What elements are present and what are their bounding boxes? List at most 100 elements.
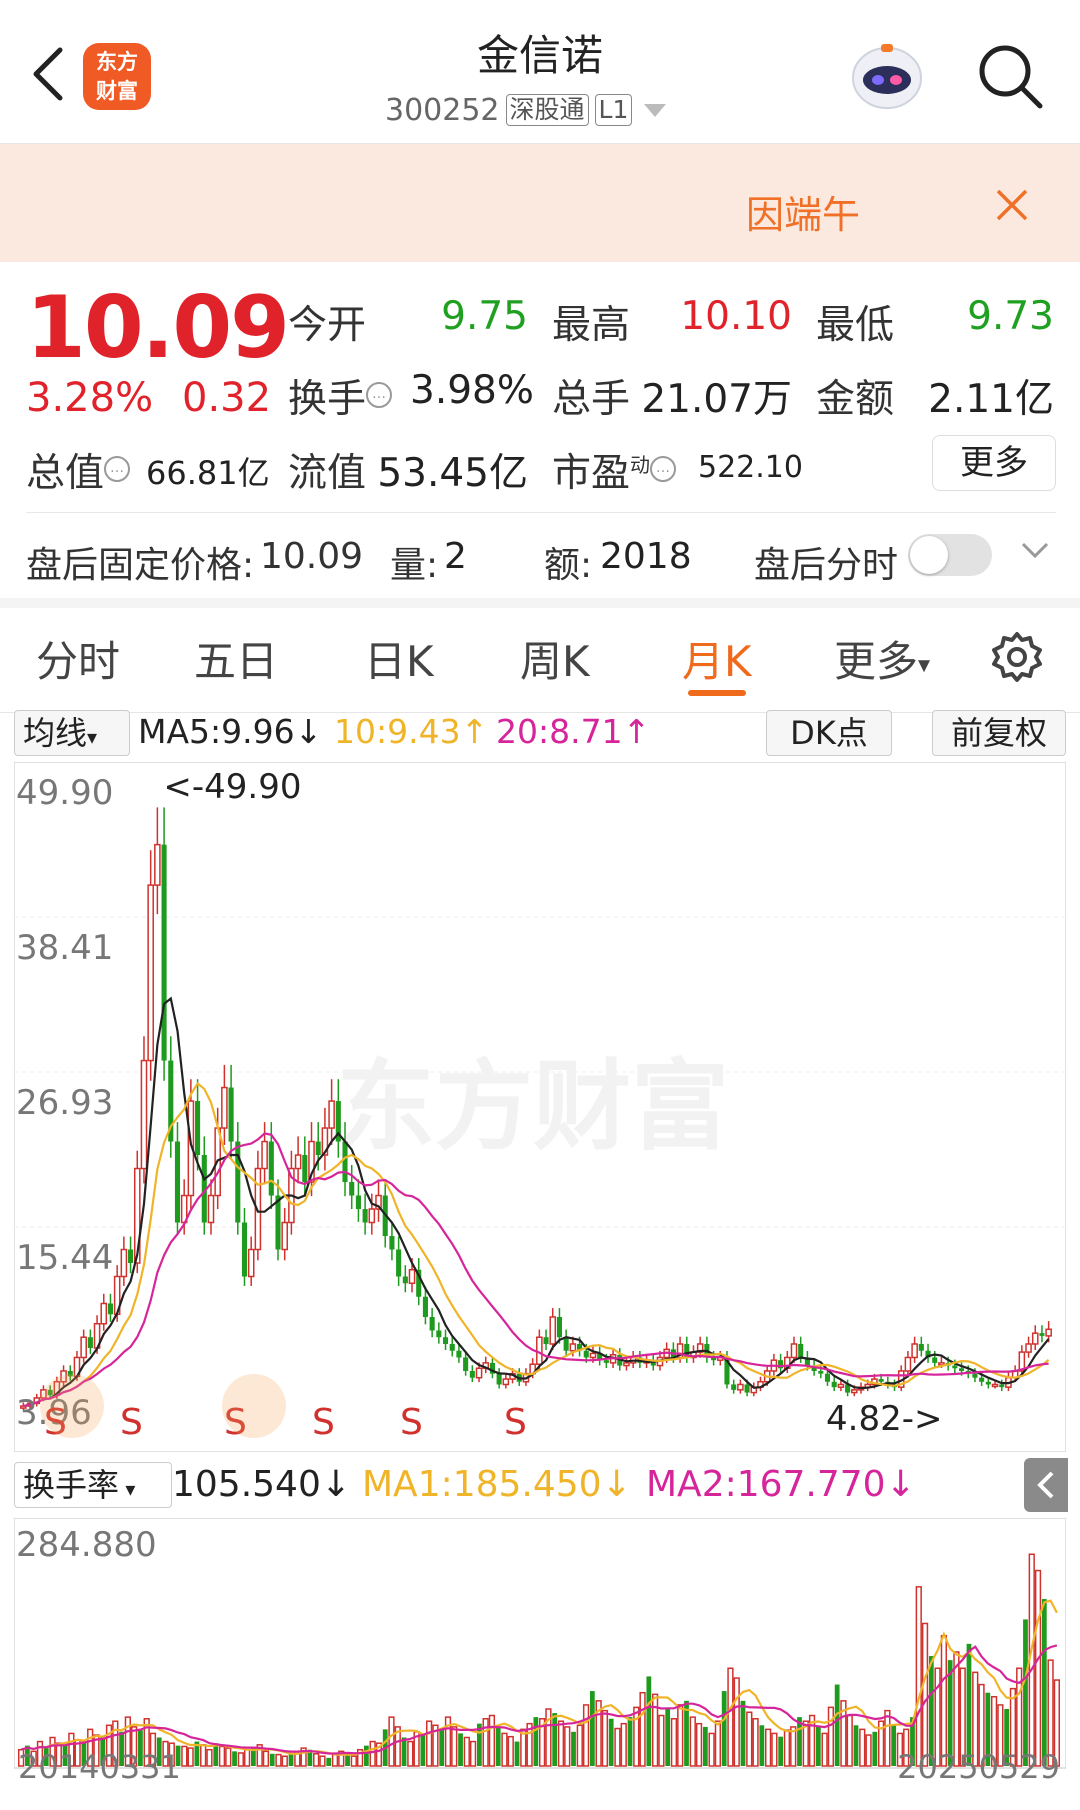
turnover-bar bbox=[891, 1725, 897, 1766]
level-tag: L1 bbox=[594, 94, 633, 126]
tab-week-k[interactable]: 周K bbox=[520, 628, 590, 689]
candle-body bbox=[496, 1373, 502, 1385]
gear-icon[interactable] bbox=[990, 630, 1044, 684]
turnover-bar bbox=[1041, 1599, 1047, 1766]
candle-body bbox=[569, 1343, 577, 1352]
y-tick-label: 38.41 bbox=[16, 928, 113, 968]
logo-text-1: 东方 bbox=[96, 50, 138, 74]
turnover-bar bbox=[401, 1737, 407, 1766]
turnover-bar bbox=[834, 1684, 840, 1766]
expand-chart-icon[interactable] bbox=[222, 1374, 286, 1438]
current-price: 10.09 bbox=[26, 278, 290, 378]
turnover-bar bbox=[582, 1704, 590, 1767]
turnover-bar bbox=[463, 1736, 470, 1767]
turnover-bar bbox=[388, 1716, 395, 1767]
tab-five-day[interactable]: 五日 bbox=[194, 628, 278, 689]
collapse-panel-button[interactable] bbox=[1024, 1458, 1068, 1512]
signal-highlight bbox=[40, 1374, 104, 1438]
turnover-bar bbox=[319, 1755, 326, 1767]
candle-body bbox=[294, 1154, 302, 1170]
turnover-bar bbox=[495, 1726, 501, 1766]
stock-subtitle[interactable]: 300252 深股通 L1 bbox=[385, 88, 705, 132]
stock-code: 300252 bbox=[385, 92, 500, 128]
banner-text: 因端午 bbox=[745, 193, 860, 237]
turnover-bar bbox=[708, 1732, 715, 1767]
candle-body bbox=[221, 1086, 228, 1129]
turnover-bar bbox=[200, 1744, 207, 1767]
kline-chart[interactable]: 东方财富 49.9038.4126.9315.443.96 <-49.904.8… bbox=[14, 762, 1066, 1452]
candle-body bbox=[549, 1316, 557, 1345]
candle-body bbox=[999, 1384, 1005, 1388]
turnover-bar bbox=[846, 1714, 853, 1767]
float-value: 53.45亿 bbox=[377, 451, 528, 496]
tab-more[interactable]: 更多▾ bbox=[834, 628, 930, 689]
dropdown-triangle-icon: ▾ bbox=[119, 1477, 136, 1501]
turnover-bar bbox=[601, 1709, 609, 1767]
turnover-bar bbox=[237, 1752, 244, 1767]
ma20-label: 20:8.71↑ bbox=[496, 712, 651, 751]
chevron-down-icon[interactable] bbox=[1020, 540, 1050, 560]
y-tick-label: 26.93 bbox=[16, 1083, 113, 1123]
turnover-bar bbox=[269, 1753, 275, 1766]
turnover-chart[interactable]: 284.880 20140331 20250529 bbox=[14, 1518, 1066, 1780]
candle-body bbox=[1045, 1328, 1052, 1337]
candle-body bbox=[368, 1208, 376, 1224]
after-hours-toggle[interactable] bbox=[908, 534, 992, 576]
turnover-bar bbox=[557, 1720, 565, 1767]
x-start-date: 20140331 bbox=[18, 1748, 181, 1780]
candle-body bbox=[396, 1249, 402, 1277]
tab-minute[interactable]: 分时 bbox=[36, 628, 120, 689]
turnover-ma1: MA1:185.450↓ bbox=[362, 1464, 632, 1505]
turnover-bar bbox=[1034, 1569, 1042, 1767]
open-value: 9.75 bbox=[441, 294, 528, 339]
turnover-bar bbox=[218, 1745, 226, 1767]
tab-month-k[interactable]: 月K bbox=[682, 628, 752, 689]
after-hours-minute-label: 盘后分时 bbox=[754, 545, 899, 586]
candle-body bbox=[1025, 1343, 1032, 1353]
turnover-bar bbox=[633, 1706, 640, 1767]
amount-value: 2.11亿 bbox=[928, 377, 1054, 422]
indicator-selector[interactable]: 换手率 ▾ bbox=[14, 1462, 172, 1508]
candle-body bbox=[429, 1316, 435, 1331]
low-value: 9.73 bbox=[967, 294, 1054, 339]
tab-day-k[interactable]: 日K bbox=[364, 628, 434, 689]
back-arrow-icon[interactable] bbox=[26, 44, 72, 104]
dropdown-triangle-icon bbox=[644, 103, 667, 117]
robot-assistant-icon[interactable] bbox=[848, 38, 926, 116]
candle-body bbox=[543, 1337, 549, 1344]
candle-body bbox=[583, 1350, 589, 1358]
candle-body bbox=[436, 1330, 442, 1338]
ma-selector[interactable]: 均线▾ bbox=[14, 710, 130, 756]
candle-body bbox=[174, 1141, 181, 1223]
candle-body bbox=[120, 1248, 128, 1278]
adjust-button[interactable]: 前复权 bbox=[932, 710, 1066, 756]
ma10-label: 10:9.43↑ bbox=[334, 712, 489, 751]
dk-point-button[interactable]: DK点 bbox=[766, 710, 892, 756]
candle-body bbox=[958, 1368, 965, 1371]
candle-body bbox=[737, 1383, 744, 1391]
search-icon[interactable] bbox=[974, 40, 1046, 112]
app-logo[interactable]: 东方 财富 bbox=[83, 43, 151, 110]
tab-more-label: 更多 bbox=[834, 637, 919, 686]
after-hours-vol-label: 量: bbox=[390, 545, 439, 586]
candle-body bbox=[207, 1194, 215, 1224]
turnover-bar bbox=[859, 1728, 866, 1767]
more-button[interactable]: 更多 bbox=[932, 435, 1056, 491]
candle-body bbox=[463, 1357, 469, 1371]
candle-body bbox=[161, 844, 167, 1061]
turnover-bar bbox=[439, 1729, 445, 1766]
turnover-bar bbox=[206, 1748, 213, 1767]
turnover-bar bbox=[815, 1726, 821, 1766]
close-icon[interactable] bbox=[995, 188, 1029, 222]
turnover-bar bbox=[665, 1708, 671, 1766]
turnover-bar bbox=[451, 1726, 458, 1767]
turnover-bar bbox=[639, 1691, 646, 1767]
sell-signal-label: S bbox=[504, 1402, 527, 1443]
turnover-bar bbox=[288, 1752, 294, 1766]
active-tab-indicator bbox=[688, 690, 746, 696]
info-icon[interactable]: … bbox=[366, 382, 393, 408]
candle-body bbox=[302, 1155, 308, 1183]
info-icon[interactable]: … bbox=[104, 456, 131, 482]
info-icon[interactable]: … bbox=[650, 456, 677, 482]
after-hours-amt-label: 额: bbox=[544, 545, 593, 586]
